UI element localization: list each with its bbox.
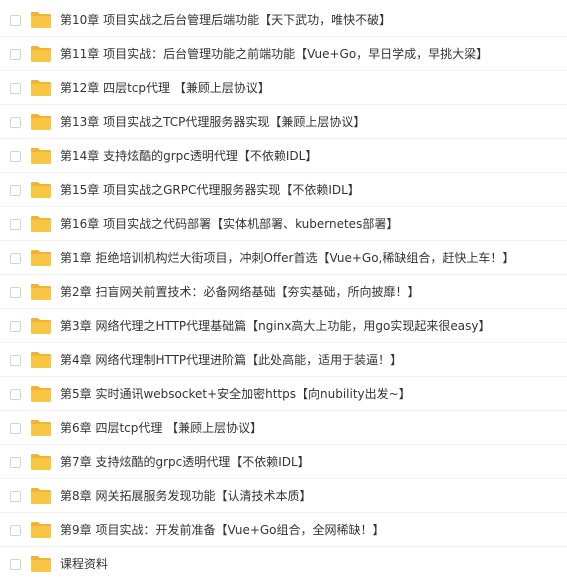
folder-name[interactable]: 第6章 四层tcp代理 【兼顾上层协议】	[60, 420, 563, 436]
folder-name[interactable]: 第5章 实时通讯websocket+安全加密https【向nubility出发~…	[60, 386, 563, 402]
folder-name[interactable]: 课程资料	[60, 556, 563, 572]
folder-name[interactable]: 第12章 四层tcp代理 【兼顾上层协议】	[60, 80, 563, 96]
row-checkbox[interactable]	[10, 184, 21, 196]
row-checkbox[interactable]	[10, 320, 21, 332]
folder-icon	[31, 351, 51, 368]
folder-icon-graphic	[31, 215, 51, 232]
folder-name[interactable]: 第13章 项目实战之TCP代理服务器实现【兼顾上层协议】	[60, 114, 563, 130]
folder-icon	[31, 453, 51, 470]
folder-icon-graphic	[31, 453, 51, 470]
file-list: 第10章 项目实战之后台管理后端功能【天下武功，唯快不破】 第11章 项目实战：…	[0, 0, 567, 580]
folder-name[interactable]: 第16章 项目实战之代码部署【实体机部署、kubernetes部署】	[60, 216, 563, 232]
file-row[interactable]: 第11章 项目实战：后台管理功能之前端功能【Vue+Go，早日学成，早挑大梁】	[0, 37, 567, 71]
folder-icon	[31, 79, 51, 96]
file-row[interactable]: 课程资料	[0, 547, 567, 581]
folder-name[interactable]: 第8章 网关拓展服务发现功能【认清技术本质】	[60, 488, 563, 504]
folder-icon-graphic	[31, 249, 51, 266]
folder-icon	[31, 385, 51, 402]
file-row[interactable]: 第1章 拒绝培训机构烂大街项目，冲刺Offer首选【Vue+Go,稀缺组合，赶快…	[0, 241, 567, 275]
folder-icon	[31, 521, 51, 538]
folder-icon-graphic	[31, 419, 51, 436]
row-checkbox[interactable]	[10, 354, 21, 366]
folder-icon	[31, 11, 51, 28]
file-row[interactable]: 第16章 项目实战之代码部署【实体机部署、kubernetes部署】	[0, 207, 567, 241]
row-checkbox[interactable]	[10, 456, 21, 468]
row-checkbox[interactable]	[10, 218, 21, 230]
folder-icon-graphic	[31, 385, 51, 402]
file-row[interactable]: 第13章 项目实战之TCP代理服务器实现【兼顾上层协议】	[0, 105, 567, 139]
folder-name[interactable]: 第11章 项目实战：后台管理功能之前端功能【Vue+Go，早日学成，早挑大梁】	[60, 46, 563, 62]
file-row[interactable]: 第8章 网关拓展服务发现功能【认清技术本质】	[0, 479, 567, 513]
folder-icon	[31, 249, 51, 266]
file-row[interactable]: 第3章 网络代理之HTTP代理基础篇【nginx高大上功能，用go实现起来很ea…	[0, 309, 567, 343]
folder-icon	[31, 147, 51, 164]
folder-icon-graphic	[31, 351, 51, 368]
folder-icon	[31, 215, 51, 232]
row-checkbox[interactable]	[10, 82, 21, 94]
file-row[interactable]: 第15章 项目实战之GRPC代理服务器实现【不依赖IDL】	[0, 173, 567, 207]
file-row[interactable]: 第12章 四层tcp代理 【兼顾上层协议】	[0, 71, 567, 105]
folder-name[interactable]: 第14章 支持炫酷的grpc透明代理【不依赖IDL】	[60, 148, 563, 164]
folder-name[interactable]: 第3章 网络代理之HTTP代理基础篇【nginx高大上功能，用go实现起来很ea…	[60, 318, 563, 334]
row-checkbox[interactable]	[10, 422, 21, 434]
folder-name[interactable]: 第4章 网络代理制HTTP代理进阶篇【此处高能，适用于装逼！】	[60, 352, 563, 368]
row-checkbox[interactable]	[10, 559, 21, 570]
folder-icon-graphic	[31, 79, 51, 96]
row-checkbox[interactable]	[10, 14, 21, 26]
row-checkbox[interactable]	[10, 388, 21, 400]
folder-name[interactable]: 第15章 项目实战之GRPC代理服务器实现【不依赖IDL】	[60, 182, 563, 198]
folder-icon	[31, 113, 51, 130]
folder-icon	[31, 487, 51, 504]
folder-icon	[31, 419, 51, 436]
file-row[interactable]: 第9章 项目实战：开发前准备【Vue+Go组合，全网稀缺！】	[0, 513, 567, 547]
file-row[interactable]: 第2章 扫盲网关前置技术：必备网络基础【夯实基础，所向披靡！】	[0, 275, 567, 309]
row-checkbox[interactable]	[10, 524, 21, 536]
folder-icon-graphic	[31, 147, 51, 164]
row-checkbox[interactable]	[10, 286, 21, 298]
folder-icon-graphic	[31, 283, 51, 300]
folder-icon-graphic	[31, 556, 51, 572]
row-checkbox[interactable]	[10, 150, 21, 162]
folder-name[interactable]: 第10章 项目实战之后台管理后端功能【天下武功，唯快不破】	[60, 12, 563, 28]
folder-icon-graphic	[31, 11, 51, 28]
folder-icon	[31, 556, 51, 572]
file-row[interactable]: 第5章 实时通讯websocket+安全加密https【向nubility出发~…	[0, 377, 567, 411]
file-row[interactable]: 第6章 四层tcp代理 【兼顾上层协议】	[0, 411, 567, 445]
folder-icon-graphic	[31, 487, 51, 504]
folder-icon-graphic	[31, 45, 51, 62]
folder-name[interactable]: 第7章 支持炫酷的grpc透明代理【不依赖IDL】	[60, 454, 563, 470]
row-checkbox[interactable]	[10, 490, 21, 502]
file-row[interactable]: 第14章 支持炫酷的grpc透明代理【不依赖IDL】	[0, 139, 567, 173]
folder-icon-graphic	[31, 181, 51, 198]
folder-icon-graphic	[31, 317, 51, 334]
row-checkbox[interactable]	[10, 252, 21, 264]
file-row[interactable]: 第10章 项目实战之后台管理后端功能【天下武功，唯快不破】	[0, 3, 567, 37]
folder-icon	[31, 45, 51, 62]
folder-icon-graphic	[31, 521, 51, 538]
file-row[interactable]: 第7章 支持炫酷的grpc透明代理【不依赖IDL】	[0, 445, 567, 479]
row-checkbox[interactable]	[10, 116, 21, 128]
folder-icon-graphic	[31, 113, 51, 130]
folder-icon	[31, 317, 51, 334]
folder-icon	[31, 283, 51, 300]
folder-name[interactable]: 第1章 拒绝培训机构烂大街项目，冲刺Offer首选【Vue+Go,稀缺组合，赶快…	[60, 250, 563, 266]
folder-name[interactable]: 第9章 项目实战：开发前准备【Vue+Go组合，全网稀缺！】	[60, 522, 563, 538]
file-row[interactable]: 第4章 网络代理制HTTP代理进阶篇【此处高能，适用于装逼！】	[0, 343, 567, 377]
folder-icon	[31, 181, 51, 198]
folder-name[interactable]: 第2章 扫盲网关前置技术：必备网络基础【夯实基础，所向披靡！】	[60, 284, 563, 300]
row-checkbox[interactable]	[10, 48, 21, 60]
